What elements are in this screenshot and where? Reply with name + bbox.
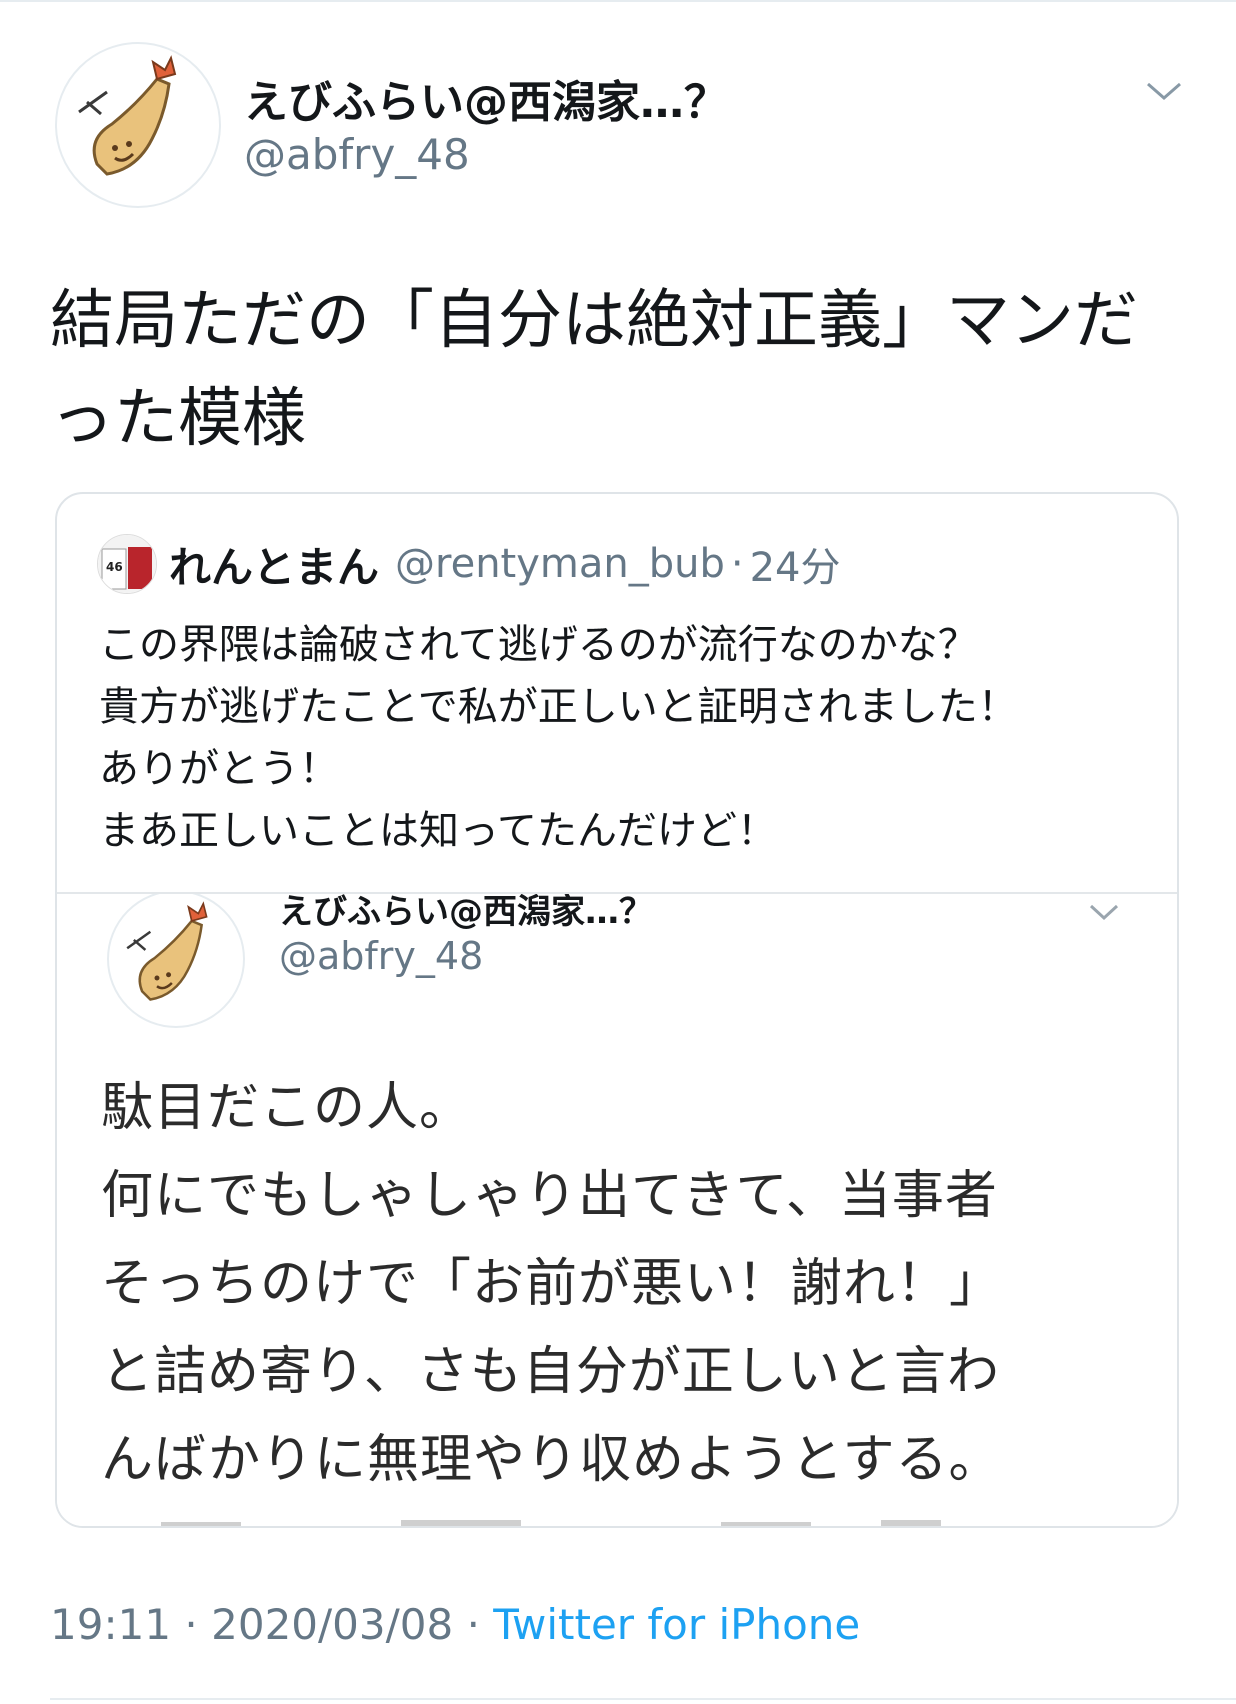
fried-shrimp-icon	[126, 901, 208, 1001]
quoted-time[interactable]: 24分	[750, 535, 841, 593]
tweet-text: 結局ただの「自分は絶対正義」マンだ った模様	[50, 284, 1138, 456]
separator-dot: ·	[184, 1600, 198, 1649]
quoted-attached-image[interactable]: えびふらい@西潟家…？ @abfry_48 駄目だこの人。 何にでもしゃしゃり出…	[57, 892, 1177, 1526]
chevron-down-icon[interactable]	[1142, 76, 1186, 106]
quoted-avatar[interactable]: 46	[97, 534, 157, 594]
separator-dot: ·	[730, 541, 744, 587]
tweet-meta: 19:11 · 2020/03/08 · Twitter for iPhone	[50, 1600, 860, 1649]
quoted-tweet[interactable]: 46 れんとまん @rentyman_bub · 24分 この界隈は論破されて逃…	[55, 492, 1179, 1528]
top-divider	[0, 0, 1236, 2]
fried-shrimp-icon	[78, 55, 177, 176]
image-display-name: えびふらい@西潟家…？	[279, 892, 653, 932]
separator-dot: ·	[466, 1600, 480, 1649]
tweet-date: 2020/03/08	[211, 1600, 454, 1649]
cropped-text-fragment	[161, 1520, 941, 1526]
baseball-jersey-icon: 46	[98, 535, 156, 593]
display-name[interactable]: えびふらい@西潟家…？	[244, 66, 728, 130]
quoted-handle[interactable]: @rentyman_bub	[395, 541, 725, 587]
chevron-down-icon	[1087, 900, 1121, 924]
image-avatar	[107, 894, 245, 1028]
quoted-display-name[interactable]: れんとまん	[169, 534, 379, 595]
quoted-tweet-text: この界隈は論破されて逃げるのが流行なのかな？ 貴方が逃げたことで私が正しいと証明…	[99, 622, 1018, 854]
user-handle[interactable]: @abfry_48	[244, 130, 470, 179]
bottom-divider	[50, 1698, 1236, 1700]
quoted-tweet-header: 46 れんとまん @rentyman_bub · 24分	[97, 534, 840, 594]
svg-text:46: 46	[106, 560, 123, 574]
image-tweet-text: 駄目だこの人。 何にでもしゃしゃり出てきて、当事者 そっちのけで「お前が悪い！謝…	[101, 1078, 1003, 1490]
tweet-time: 19:11	[50, 1600, 172, 1649]
avatar[interactable]	[55, 42, 221, 208]
tweet-source-link[interactable]: Twitter for iPhone	[493, 1600, 860, 1649]
image-handle: @abfry_48	[279, 934, 484, 978]
